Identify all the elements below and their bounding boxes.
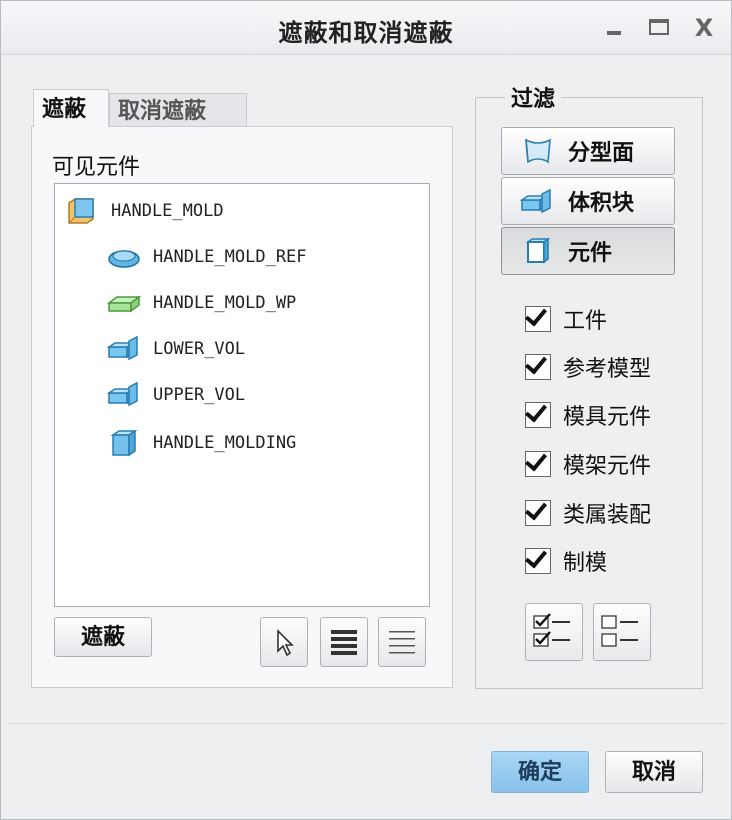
check-all-button[interactable] [525, 603, 583, 661]
item-label: HANDLE_MOLD_REF [153, 247, 307, 267]
pick-button[interactable] [260, 617, 308, 667]
filter-button-label: 分型面 [568, 140, 635, 166]
filter-button-label: 元件 [568, 240, 613, 266]
deselect-all-icon [389, 631, 415, 654]
checkbox-box[interactable] [524, 399, 551, 428]
volume-icon [106, 335, 141, 363]
visible-components-label: 可见元件 [52, 155, 141, 180]
deselect-all-list-button[interactable] [378, 617, 426, 667]
parting-surface-icon [520, 136, 554, 166]
list-item[interactable]: UPPER_VOL [106, 380, 246, 410]
checkmark-icon [524, 497, 548, 521]
volume-icon [106, 381, 141, 409]
list-item[interactable]: HANDLE_MOLD [65, 196, 224, 226]
checkbox-family-assembly[interactable]: 类属装配 [524, 497, 652, 529]
item-label: HANDLE_MOLD [111, 201, 224, 221]
item-label: LOWER_VOL [153, 339, 246, 359]
select-all-list-button[interactable] [320, 617, 368, 667]
checkbox-box[interactable] [524, 448, 551, 477]
tab-hide[interactable]: 遮蔽 [33, 89, 109, 127]
cursor-arrow-icon [277, 629, 294, 657]
uncheck-all-icon [601, 615, 638, 647]
volume-block-icon [519, 186, 554, 216]
assembly-icon [65, 197, 99, 225]
ok-button[interactable]: 确定 [491, 751, 589, 793]
checkmark-icon [524, 351, 548, 375]
cancel-button[interactable]: 取消 [605, 751, 703, 793]
list-item[interactable]: HANDLE_MOLD_REF [107, 242, 307, 272]
checkbox-label: 参考模型 [563, 357, 652, 382]
maximize-button[interactable] [644, 11, 674, 45]
hide-button[interactable]: 遮蔽 [54, 617, 152, 657]
item-label: HANDLE_MOLDING [153, 433, 297, 453]
checkbox-label: 模架元件 [563, 454, 652, 479]
checkmark-icon [524, 448, 548, 472]
list-item[interactable]: HANDLE_MOLDING [107, 428, 296, 458]
checkmark-icon [524, 399, 548, 423]
list-item[interactable]: HANDLE_MOLD_WP [106, 288, 297, 318]
checkmark-icon [524, 303, 548, 327]
tab-unhide[interactable]: 取消遮蔽 [109, 93, 247, 127]
tab-panel: 可见元件 HANDLE_MOLD HANDLE_MOLD_REF HANDLE_… [31, 126, 453, 688]
checkbox-mold-component[interactable]: 模具元件 [524, 399, 652, 431]
title-bar[interactable]: 遮蔽和取消遮蔽 X [1, 1, 731, 55]
minimize-icon [607, 31, 621, 35]
checkbox-box[interactable] [524, 351, 551, 380]
item-label: HANDLE_MOLD_WP [153, 293, 297, 313]
reference-model-icon [107, 243, 141, 271]
filter-parting-surface-button[interactable]: 分型面 [501, 127, 675, 175]
component-icon [520, 236, 554, 266]
checkbox-label: 工件 [563, 309, 608, 334]
checkmark-icon [524, 545, 548, 569]
uncheck-all-button[interactable] [593, 603, 651, 661]
checkbox-mold-base-component[interactable]: 模架元件 [524, 448, 652, 480]
checkbox-box[interactable] [524, 303, 551, 332]
component-list[interactable]: HANDLE_MOLD HANDLE_MOLD_REF HANDLE_MOLD_… [54, 183, 430, 607]
checkbox-box[interactable] [524, 497, 551, 526]
workpiece-icon [106, 289, 142, 317]
checkbox-reference-model[interactable]: 参考模型 [524, 351, 652, 383]
filter-component-button[interactable]: 元件 [501, 227, 675, 275]
select-all-icon [331, 630, 357, 655]
filter-title: 过滤 [505, 81, 562, 113]
list-item[interactable]: LOWER_VOL [106, 334, 246, 364]
molding-part-icon [107, 429, 141, 457]
footer-divider [9, 723, 725, 724]
minimize-button[interactable] [599, 11, 629, 45]
filter-volume-block-button[interactable]: 体积块 [501, 177, 675, 225]
checkbox-workpiece[interactable]: 工件 [524, 303, 608, 335]
dialog-window: 遮蔽和取消遮蔽 X 遮蔽 取消遮蔽 可见元件 HANDLE_MOLD HANDL… [0, 0, 732, 820]
checkbox-label: 类属装配 [563, 503, 652, 528]
checkbox-molding[interactable]: 制模 [524, 545, 608, 577]
checkbox-label: 制模 [563, 551, 608, 576]
maximize-icon [649, 19, 669, 35]
checkbox-label: 模具元件 [563, 405, 652, 430]
item-label: UPPER_VOL [153, 385, 246, 405]
close-button[interactable]: X [689, 11, 719, 45]
check-all-icon [533, 613, 570, 647]
filter-button-label: 体积块 [568, 190, 635, 216]
checkbox-box[interactable] [524, 545, 551, 574]
